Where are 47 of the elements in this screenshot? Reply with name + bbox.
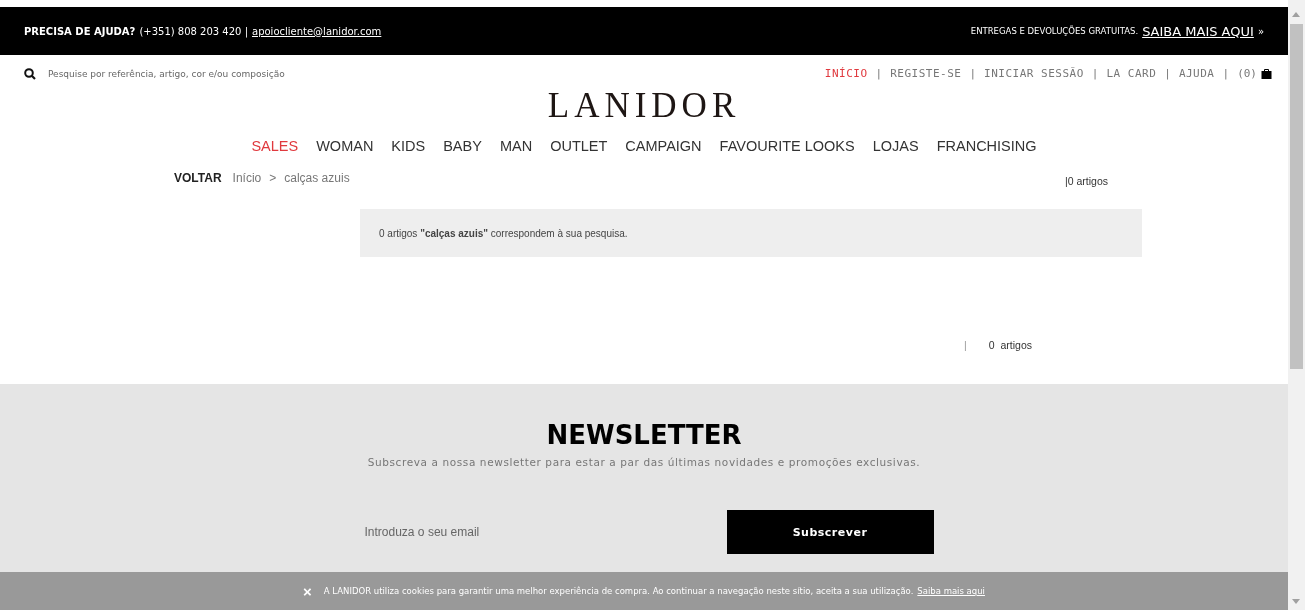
newsletter-title: NEWSLETTER [546, 420, 742, 450]
shipping-link[interactable]: SAIBA MAIS AQUI [1142, 23, 1254, 39]
separator: | [1164, 67, 1171, 80]
phone-number: (+351) 808 203 420 | [139, 25, 248, 37]
cookie-text: A LANIDOR utiliza cookies para garantir uma melhor experiência de compra. Ao continuar a navegação neste sítio, aceita a sua utilização. [323, 586, 914, 596]
scroll-down-icon[interactable] [1292, 599, 1300, 604]
menu-item[interactable]: LOJAS [872, 138, 919, 154]
email-field[interactable]: Introduza o seu email [354, 524, 675, 540]
menu-item[interactable]: WOMAN [316, 138, 374, 154]
back-link[interactable]: VOLTAR [174, 171, 222, 185]
menu-item[interactable]: FAVOURITE LOOKS [719, 138, 855, 154]
breadcrumb-item[interactable]: Início [232, 171, 262, 185]
menu-item[interactable]: KIDS [391, 138, 426, 154]
result-count: 0 artigos [988, 339, 1032, 351]
breadcrumb-item[interactable]: calças azuis [284, 171, 350, 185]
menu-item[interactable]: OUTLET [550, 138, 608, 154]
account-link[interactable]: REGISTE-SE [890, 67, 962, 80]
subscribe-button[interactable]: Subscrever [726, 510, 934, 554]
cart-link[interactable]: (0) [1237, 67, 1272, 80]
separator: | [1222, 67, 1230, 80]
menu-item[interactable]: SALES [251, 138, 299, 154]
result-count: |0 artigos [1065, 175, 1108, 187]
breadcrumb-separator: > [269, 171, 277, 185]
separator: | [875, 67, 883, 80]
scroll-up-icon[interactable] [1292, 12, 1300, 17]
account-link[interactable]: INICIAR SESSÃO [984, 67, 1084, 80]
account-link[interactable]: INÍCIO [824, 67, 868, 80]
menu-item[interactable]: FRANCHISING [936, 138, 1037, 154]
scrollbar-thumb[interactable] [1290, 24, 1303, 369]
menu-item[interactable]: BABY [443, 138, 482, 154]
newsletter-subtitle: Subscreva a nossa newsletter para estar a par das últimas novidades e promoções exclusivas. [367, 456, 921, 468]
logo[interactable]: LANIDOR [547, 86, 741, 125]
account-link[interactable]: LA CARD [1106, 67, 1157, 80]
search-message: 0 artigos "calças azuis" correspondem à sua pesquisa. [360, 209, 1142, 257]
bag-icon [1261, 68, 1272, 79]
separator: | [969, 67, 977, 80]
help-label: PRECISA DE AJUDA? [24, 25, 136, 37]
separator: | [964, 339, 967, 351]
account-link[interactable]: AJUDA [1178, 67, 1215, 80]
email-link[interactable]: apoiocliente@lanidor.com [252, 25, 382, 37]
chevron-text: » [1257, 25, 1264, 37]
shipping-text: ENTREGAS E DEVOLUÇÕES GRATUITAS. [970, 26, 1139, 36]
scrollbar[interactable] [1288, 0, 1305, 610]
menu-item[interactable]: MAN [499, 138, 533, 154]
separator: | [1091, 67, 1099, 80]
menu-item[interactable]: CAMPAIGN [625, 138, 702, 154]
search-icon[interactable] [24, 67, 36, 80]
